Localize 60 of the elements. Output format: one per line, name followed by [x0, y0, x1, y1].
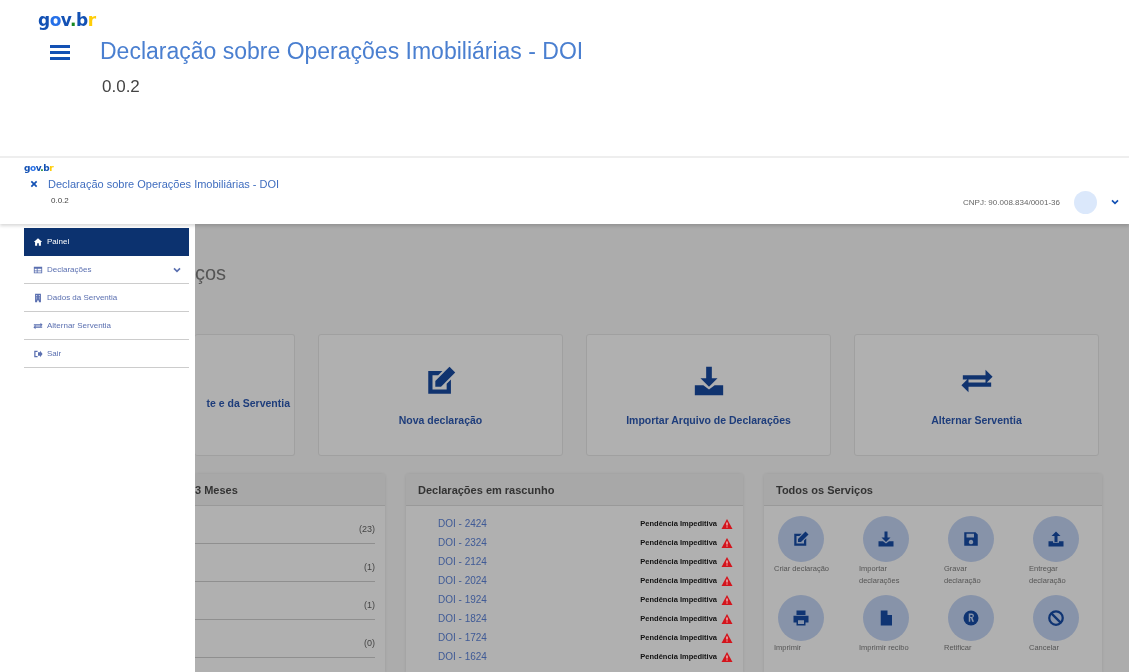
service-button[interactable] — [778, 595, 824, 641]
close-icon — [30, 180, 38, 188]
count-text: (0) — [364, 638, 375, 648]
table-icon — [33, 264, 43, 275]
service-button[interactable] — [778, 516, 824, 562]
warning-icon — [721, 593, 733, 606]
shortcut-card[interactable]: te e da Serventia — [195, 334, 295, 456]
count-text: (1) — [364, 600, 375, 610]
draft-link[interactable]: DOI - 1624 — [438, 651, 487, 662]
count-text: (1) — [364, 562, 375, 572]
service-button[interactable] — [1033, 595, 1079, 641]
sidebar-item[interactable]: Painel — [24, 228, 189, 256]
shortcut-card[interactable]: Nova declaração — [318, 334, 563, 456]
gov-br-logo: gov.br — [38, 12, 96, 29]
service-button[interactable] — [948, 516, 994, 562]
shortcut-card[interactable]: Alternar Serventia — [854, 334, 1099, 456]
warning-icon — [721, 631, 733, 644]
draft-link[interactable]: DOI - 1724 — [438, 632, 487, 643]
version-text: 0.0.2 — [102, 77, 141, 97]
app-title: Declaração sobre Operações Imobiliárias - DOI — [48, 178, 280, 190]
panel-title: Todos os Serviços — [764, 474, 1102, 506]
draft-link[interactable]: DOI - 1924 — [438, 594, 487, 605]
service-button[interactable] — [863, 595, 909, 641]
draft-link[interactable]: DOI - 2024 — [438, 575, 487, 586]
panel-title: 3 Meses — [195, 474, 385, 506]
warning-icon — [721, 612, 733, 625]
service-button[interactable] — [1033, 516, 1079, 562]
prohibited-sign-icon — [1047, 609, 1065, 627]
home-icon — [33, 236, 43, 247]
building-icon — [33, 292, 43, 303]
sidebar-item[interactable]: Declarações — [24, 256, 189, 284]
service-button[interactable] — [863, 516, 909, 562]
printer-icon — [792, 609, 810, 627]
edit-icon — [792, 530, 810, 548]
warning-icon — [721, 650, 733, 663]
warning-icon — [721, 555, 733, 568]
draft-link[interactable]: DOI - 2324 — [438, 537, 487, 548]
panel-title: Declarações em rascunho — [406, 474, 743, 506]
cnpj-text: CNPJ: 90.008.834/0001-36 — [963, 197, 1060, 207]
draft-link[interactable]: DOI - 2124 — [438, 556, 487, 567]
count-text: (23) — [359, 524, 375, 534]
warning-icon — [721, 536, 733, 549]
version-text: 0.0.2 — [51, 196, 70, 205]
sidebar-item[interactable]: Alternar Serventia — [24, 312, 189, 340]
gov-br-logo: gov.br — [24, 164, 55, 173]
exit-icon — [33, 348, 43, 359]
draft-link[interactable]: DOI - 2424 — [438, 518, 487, 529]
sidebar-item[interactable]: Dados da Serventia — [24, 284, 189, 312]
registered-mark-icon — [962, 609, 980, 627]
chevron-down-icon — [1111, 198, 1119, 206]
page-heading: ços — [195, 262, 228, 286]
service-button[interactable] — [948, 595, 994, 641]
warning-icon — [721, 574, 733, 587]
download-icon — [877, 530, 895, 548]
sidebar-item[interactable]: Sair — [24, 340, 189, 368]
upload-icon — [1047, 530, 1065, 548]
warning-icon — [721, 517, 733, 530]
draft-link[interactable]: DOI - 1824 — [438, 613, 487, 624]
app-title: Declaração sobre Operações Imobiliárias - DOI — [100, 38, 584, 65]
shortcut-card[interactable]: Importar Arquivo de Declarações — [586, 334, 831, 456]
